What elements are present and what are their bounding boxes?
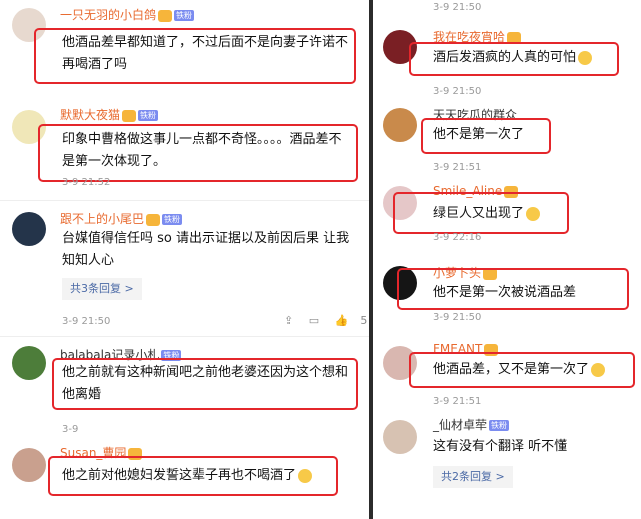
fan-badge-icon: 铁粉 [138,110,159,121]
comment-actions: ⇪ ▭ 👍 5 [272,314,367,327]
comment-text: 他不是第一次被说酒品差 [433,285,577,300]
emoji-icon [526,206,541,221]
divider [0,200,369,201]
comment-username[interactable]: 跟不上的小尾巴 铁粉 [60,210,183,227]
emoji-icon [591,362,606,377]
comment-text: 他之前就有这种新闻吧之前他老婆还因为这个想和他离婚 [62,365,349,402]
comment-text: 他之前对他媳妇发誓这辈子再也不喝酒了 [62,465,338,487]
comment-username[interactable]: 默默大夜猫 铁粉 [60,106,159,123]
comment-icon[interactable]: ▭ [309,314,319,327]
comment-time: 3-9 21:52 [62,177,111,188]
comment-text: 酒后发酒疯的人真的可怕 [433,47,593,69]
divider [0,336,369,337]
comment-time: 3-9 22:16 [433,232,482,243]
like-icon[interactable]: 👍 [335,314,349,327]
avatar[interactable] [383,420,417,454]
comment-time: 3-9 21:51 [433,162,482,173]
vip-badge-icon [146,213,161,226]
comment-time: 3-9 21:51 [433,396,482,407]
emoji-icon [298,468,313,483]
comment-text: 他酒品差早都知道了，不过后面不是向妻子许诺不再喝酒了吗 [62,35,349,72]
avatar[interactable] [383,108,417,142]
emoji-icon [578,50,593,65]
fan-badge-icon: 铁粉 [162,214,183,225]
share-icon[interactable]: ⇪ [284,314,293,327]
comment-username[interactable]: _仙材卓荦 铁粉 [433,416,510,433]
comment-time: 3-9 21:50 [433,86,482,97]
fan-badge-icon: 铁粉 [489,420,510,431]
reply-count-link[interactable]: 共3条回复 > [62,278,142,300]
avatar[interactable] [12,212,46,246]
like-count: 5 [360,314,368,327]
right-comment-panel: 3-9 21:50 我在吃夜宵哈 酒后发酒疯的人真的可怕 3-9 21:50 天… [373,0,641,519]
comment-text: 台媒值得信任吗 so 请出示证据以及前因后果 让我知知人心 [62,231,350,268]
comment-time: 3-9 21:50 [433,2,482,13]
vip-badge-icon [158,9,173,22]
avatar[interactable] [12,448,46,482]
comment-text: 绿巨人又出现了 [433,203,541,225]
comment-username[interactable]: 一只无羽的小白鸽 铁粉 [60,6,195,23]
comment-time: 3-9 [62,424,79,435]
vip-badge-icon [122,109,137,122]
comment-text: 他酒品差，又不是第一次了 [433,359,606,381]
comment-text: 印象中曹格做这事儿一点都不奇怪。。。。酒品差不是第一次体现了。 [62,132,342,169]
avatar[interactable] [12,346,46,380]
reply-count-link[interactable]: 共2条回复 > [433,466,513,488]
comment-time: 3-9 21:50 [433,312,482,323]
comment-text: 他不是第一次了 [433,127,525,142]
fan-badge-icon: 铁粉 [174,10,195,21]
comment-time: 3-9 21:50 [62,316,111,327]
left-comment-panel: 一只无羽的小白鸽 铁粉 他酒品差早都知道了，不过后面不是向妻子许诺不再喝酒了吗 默… [0,0,369,519]
comment-text: 这有没有个翻译 听不懂 [433,439,568,454]
